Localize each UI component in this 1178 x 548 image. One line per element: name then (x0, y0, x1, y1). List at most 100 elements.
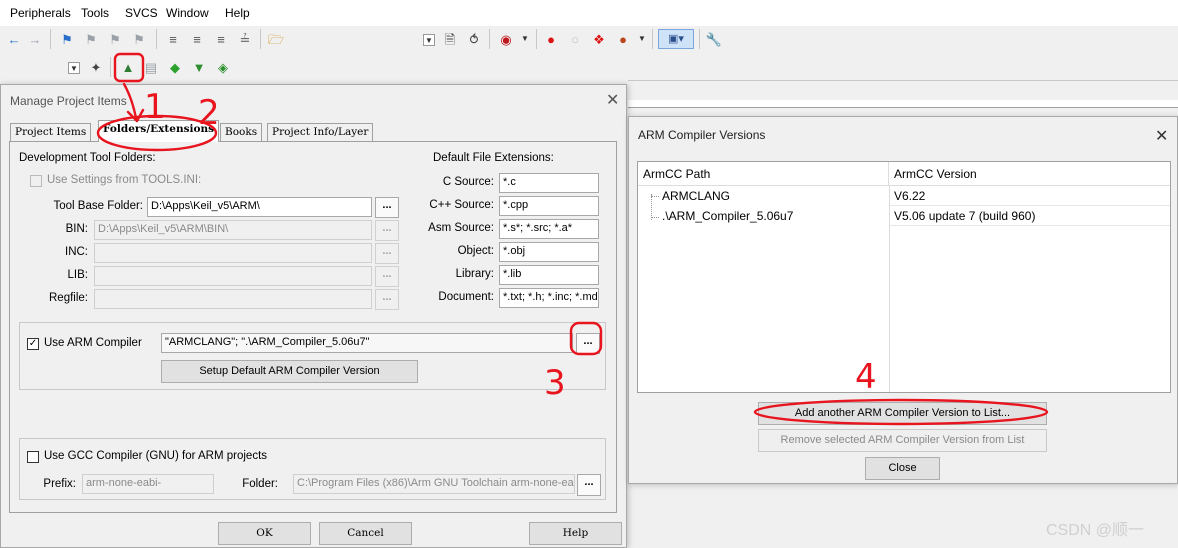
menu-svcs[interactable]: SVCS (125, 6, 158, 20)
breakpoint-icon[interactable]: ● (542, 30, 560, 48)
use-arm-compiler-checkbox[interactable]: ✓ (27, 338, 39, 350)
incremental-find-icon[interactable]: ⥀ (465, 30, 483, 48)
file-extensions-icon[interactable]: ▤ (142, 58, 160, 76)
menu-peripherals[interactable]: Peripherals (10, 6, 71, 20)
watermark: CSDN @顺一 (1046, 522, 1145, 539)
clear-bookmarks-icon[interactable]: ⚑ (130, 30, 148, 48)
gcc-folder-browse-button[interactable]: ... (577, 474, 601, 496)
use-gcc-checkbox[interactable] (27, 451, 39, 463)
arm-compiler-versions-dialog: ARM Compiler Versions ✕ ArmCC Path ArmCC… (628, 116, 1178, 484)
bin-input: D:\Apps\Keil_v5\ARM\BIN\ (94, 220, 372, 240)
add-compiler-version-button[interactable]: Add another ARM Compiler Version to List… (758, 402, 1047, 425)
tab-project-info-layer[interactable]: Project Info/Layer (267, 123, 374, 141)
column-header-path[interactable]: ArmCC Path (638, 162, 889, 186)
find-in-files-icon[interactable]: 🗁 (267, 30, 285, 48)
ok-button[interactable]: OK (218, 522, 311, 545)
inc-input (94, 243, 372, 263)
manage-project-items-icon[interactable]: ▲ (119, 58, 137, 76)
tool-base-folder-label: Tool Base Folder: (53, 200, 144, 212)
setup-default-compiler-button[interactable]: Setup Default ARM Compiler Version (161, 360, 418, 383)
toolbar-separator (652, 29, 653, 49)
tab-folders-extensions[interactable]: Folders/Extensions (98, 120, 220, 142)
menu-window[interactable]: Window (166, 6, 209, 20)
search-combo-dropdown-icon[interactable]: ▼ (423, 34, 435, 46)
asm-source-input[interactable]: *.s*; *.src; *.a* (499, 219, 599, 239)
dialog-title: ARM Compiler Versions (638, 128, 766, 142)
bin-browse-button: ... (375, 220, 399, 241)
close-icon[interactable]: ✕ (606, 90, 619, 110)
lib-input (94, 266, 372, 286)
pack-installer-icon[interactable]: ◈ (214, 58, 232, 76)
toolbar-separator (110, 57, 111, 77)
help-button[interactable]: Help (529, 522, 622, 545)
menu-bar: Peripherals Tools SVCS Window Help (0, 0, 1178, 26)
kill-breakpoints-icon[interactable]: ● (614, 30, 632, 48)
prev-bookmark-icon[interactable]: ⚑ (82, 30, 100, 48)
compiler-list[interactable]: ArmCC Path ArmCC Version ARMCLANG V6.22 … (637, 161, 1171, 393)
back-arrow-icon[interactable]: ← (5, 30, 23, 48)
bookmark-flag-icon[interactable]: ⚑ (58, 30, 76, 48)
manage-rte-icon[interactable]: ▼ (190, 58, 208, 76)
toolbar-separator (260, 29, 261, 49)
cpp-source-input[interactable]: *.cpp (499, 196, 599, 216)
inc-browse-button: ... (375, 243, 399, 264)
folder-label: Folder: (242, 478, 278, 490)
cancel-button[interactable]: Cancel (319, 522, 412, 545)
use-settings-label: Use Settings from TOOLS.INI: (47, 174, 202, 186)
library-label: Library: (455, 268, 494, 280)
configure-wrench-icon[interactable]: 🔧 (705, 30, 723, 48)
toolbar-separator (536, 29, 537, 49)
indent-icon[interactable]: ≡ (164, 30, 182, 48)
toolbar-separator (50, 29, 51, 49)
gcc-folder-input: C:\Program Files (x86)\Arm GNU Toolchain… (293, 474, 575, 494)
target-select-dropdown-icon[interactable]: ▼ (68, 62, 80, 74)
menu-help[interactable]: Help (225, 6, 250, 20)
uncomment-icon[interactable]: ≟ (236, 30, 254, 48)
lib-browse-button: ... (375, 266, 399, 287)
comment-icon[interactable]: ≡ (212, 30, 230, 48)
menu-tools[interactable]: Tools (81, 6, 109, 20)
window-layout-icon[interactable]: ▣▾ (658, 29, 694, 49)
bin-label: BIN: (65, 223, 88, 235)
select-packs-icon[interactable]: ◆ (166, 58, 184, 76)
cpp-source-label: C++ Source: (429, 199, 494, 211)
find-icon[interactable]: 🗎 (441, 30, 459, 48)
use-arm-compiler-label: Use ARM Compiler (44, 337, 142, 349)
list-item-version[interactable]: V5.06 update 7 (build 960) (890, 206, 1170, 226)
close-button[interactable]: Close (865, 457, 940, 480)
unindent-icon[interactable]: ≡ (188, 30, 206, 48)
disable-breakpoint-icon[interactable]: ○ (566, 30, 584, 48)
regfile-input (94, 289, 372, 309)
tool-base-folder-browse-button[interactable]: ... (375, 197, 399, 218)
document-input[interactable]: *.txt; *.h; *.inc; *.md (499, 288, 599, 308)
c-source-input[interactable]: *.c (499, 173, 599, 193)
next-bookmark-icon[interactable]: ⚑ (106, 30, 124, 48)
toolbar-build: ▼ ✦ ▲ ▤ ◆ ▼ ◈ (0, 53, 240, 80)
default-extensions-label: Default File Extensions: (433, 152, 554, 164)
arm-compiler-browse-button[interactable]: ... (576, 333, 600, 354)
forward-arrow-icon[interactable]: → (26, 30, 44, 48)
chevron-down-icon[interactable]: ▼ (633, 30, 651, 48)
use-settings-checkbox (30, 175, 42, 187)
disable-all-breakpoints-icon[interactable]: ❖ (590, 30, 608, 48)
regfile-browse-button: ... (375, 289, 399, 310)
dev-tool-folders-label: Development Tool Folders: (19, 152, 156, 164)
close-icon[interactable]: ✕ (1155, 126, 1168, 146)
chevron-down-icon[interactable]: ▼ (516, 30, 534, 48)
toolbar-separator (489, 29, 490, 49)
tab-project-items[interactable]: Project Items (10, 123, 92, 141)
column-header-version[interactable]: ArmCC Version (889, 162, 1170, 186)
debug-session-icon[interactable]: ◉ (497, 30, 515, 48)
library-input[interactable]: *.lib (499, 265, 599, 285)
lib-label: LIB: (67, 269, 88, 281)
target-options-icon[interactable]: ✦ (87, 58, 105, 76)
tool-base-folder-input[interactable]: D:\Apps\Keil_v5\ARM\ (147, 197, 372, 217)
list-item-path[interactable]: .\ARM_Compiler_5.06u7 (658, 206, 889, 226)
document-label: Document: (438, 291, 494, 303)
asm-source-label: Asm Source: (428, 222, 494, 234)
use-gcc-label: Use GCC Compiler (GNU) for ARM projects (44, 450, 268, 462)
object-input[interactable]: *.obj (499, 242, 599, 262)
tab-books[interactable]: Books (220, 123, 263, 141)
list-item-path[interactable]: ARMCLANG (658, 186, 889, 206)
list-item-version[interactable]: V6.22 (890, 186, 1170, 206)
